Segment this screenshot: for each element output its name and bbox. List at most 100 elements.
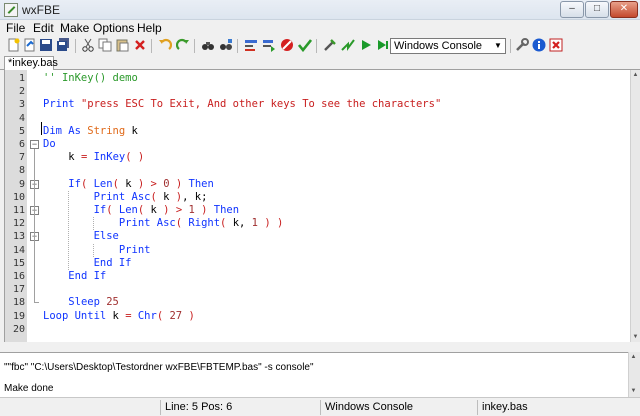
code-line[interactable]: [43, 85, 633, 98]
line-number: 13: [12, 231, 25, 243]
toolbar: Windows Console ▼: [0, 36, 640, 56]
scroll-up-icon[interactable]: ▲: [629, 352, 638, 362]
line-number: 6: [18, 139, 25, 150]
stop-icon[interactable]: [279, 38, 295, 54]
status-cursor-position: Line: 5 Pos: 6: [160, 400, 320, 415]
run-terminal-icon[interactable]: [374, 38, 390, 54]
cut-icon[interactable]: [80, 38, 96, 54]
code-line[interactable]: If( Len( k ) > 0 ) Then: [43, 178, 633, 191]
replace-icon[interactable]: [218, 38, 234, 54]
code-line[interactable]: [43, 112, 633, 125]
save-all-icon[interactable]: [55, 38, 71, 54]
toolbar-separator: [316, 39, 317, 53]
indent-guide: [68, 190, 69, 270]
code-line[interactable]: Dim As String k: [43, 125, 633, 138]
output-scrollbar[interactable]: ▲ ▼: [628, 352, 640, 397]
run-icon[interactable]: [358, 38, 374, 54]
code-line[interactable]: Print "press ESC To Exit, And other keys…: [43, 98, 633, 111]
status-build-target: Windows Console: [320, 400, 477, 415]
editor-vertical-scrollbar[interactable]: ▲ ▼: [630, 70, 640, 342]
line-number: 5: [18, 125, 25, 137]
window-title: wxFBE: [22, 3, 61, 17]
line-number: 15: [12, 257, 25, 269]
line-number: 4: [18, 112, 25, 124]
fold-toggle-icon[interactable]: −: [30, 140, 39, 149]
code-line[interactable]: [43, 164, 633, 177]
undo-icon[interactable]: [157, 38, 173, 54]
line-number: 19: [12, 310, 25, 322]
chevron-down-icon[interactable]: ▼: [492, 40, 504, 52]
line-number: 16: [12, 271, 25, 282]
menu-file[interactable]: File: [6, 21, 25, 35]
compile-icon[interactable]: [243, 38, 259, 54]
menu-make[interactable]: Make: [60, 21, 89, 35]
code-line[interactable]: Print Asc( k ), k;: [43, 191, 633, 204]
open-file-icon[interactable]: [22, 38, 38, 54]
code-line[interactable]: If( Len( k ) > 1 ) Then: [43, 204, 633, 217]
status-file-name: inkey.bas: [477, 400, 637, 415]
code-line[interactable]: Print: [43, 244, 633, 257]
paste-icon[interactable]: [114, 38, 130, 54]
settings-icon[interactable]: [514, 38, 530, 54]
redo-icon[interactable]: [175, 38, 191, 54]
toolbar-separator: [151, 39, 152, 53]
code-line[interactable]: Print Asc( Right( k, 1 ) ): [43, 217, 633, 230]
scroll-down-icon[interactable]: ▼: [631, 332, 640, 342]
check-icon[interactable]: [297, 38, 313, 54]
maximize-button[interactable]: □: [585, 1, 609, 18]
info-icon[interactable]: [531, 38, 547, 54]
code-line[interactable]: [43, 323, 633, 336]
compile-run-icon[interactable]: [261, 38, 277, 54]
panel-splitter[interactable]: [0, 342, 640, 352]
line-number: 20: [12, 323, 25, 335]
menu-help[interactable]: Help: [137, 21, 162, 35]
line-number-gutter: 1 2 3 4 5 6 7 8 9 10 11 12 13 14 15 16 17 18 19 20: [5, 70, 27, 342]
build-icon[interactable]: [322, 38, 338, 54]
fold-end-marker: [34, 302, 39, 304]
code-line[interactable]: Else: [43, 230, 633, 243]
quick-run-icon[interactable]: [340, 38, 356, 54]
close-icon[interactable]: [548, 38, 564, 54]
build-target-value: Windows Console: [394, 40, 483, 52]
indent-guide: [93, 243, 94, 257]
toolbar-separator: [510, 39, 511, 53]
line-number: 9: [18, 178, 25, 190]
line-number: 17: [12, 284, 25, 296]
code-editor[interactable]: 1234567891011121314151617181920 −−−− '' …: [4, 70, 630, 342]
menu-options[interactable]: Options: [93, 21, 134, 35]
copy-icon[interactable]: [97, 38, 113, 54]
minimize-button[interactable]: –: [560, 1, 584, 18]
line-number: 3: [18, 99, 25, 111]
menu-bar: File Edit Make Options Help: [0, 20, 640, 36]
find-icon[interactable]: [200, 38, 216, 54]
code-line[interactable]: Sleep 25: [43, 296, 633, 309]
output-panel: ""fbc" "C:\Users\Desktop\Testordner wxFB…: [0, 352, 640, 397]
new-file-icon[interactable]: [6, 38, 22, 54]
close-window-button[interactable]: ✕: [610, 1, 638, 18]
code-line[interactable]: '' InKey() demo: [43, 72, 633, 85]
code-line[interactable]: Do: [43, 138, 633, 151]
build-target-select[interactable]: Windows Console ▼: [390, 38, 506, 54]
fold-margin[interactable]: −−−−: [27, 70, 41, 342]
code-line[interactable]: [43, 283, 633, 296]
scroll-down-icon[interactable]: ▼: [629, 386, 638, 396]
menu-edit[interactable]: Edit: [33, 21, 54, 35]
line-number: 14: [12, 244, 25, 256]
line-number: 11: [12, 205, 25, 216]
code-area[interactable]: '' InKey() demo Print "press ESC To Exit,…: [41, 70, 631, 342]
save-icon[interactable]: [38, 38, 54, 54]
toolbar-separator: [194, 39, 195, 53]
text-caret: [41, 122, 42, 135]
scroll-up-icon[interactable]: ▲: [631, 70, 640, 80]
code-line[interactable]: Loop Until k = Chr( 27 ): [43, 310, 633, 323]
line-number: 18: [12, 297, 25, 309]
delete-icon[interactable]: [132, 38, 148, 54]
app-icon: [4, 3, 18, 17]
tab-inkey-bas[interactable]: *inkey.bas: [4, 56, 58, 70]
line-number: 8: [18, 165, 25, 177]
code-line[interactable]: k = InKey( ): [43, 151, 633, 164]
line-number: 10: [12, 191, 25, 203]
code-line[interactable]: End If: [43, 270, 633, 283]
toolbar-separator: [237, 39, 238, 53]
code-line[interactable]: End If: [43, 257, 633, 270]
